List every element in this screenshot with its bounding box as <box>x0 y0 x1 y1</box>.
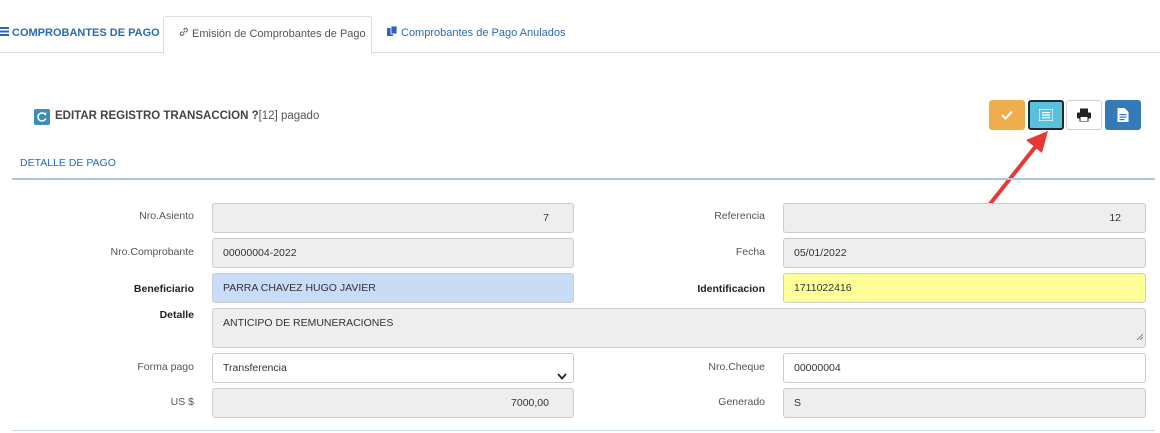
forma-pago-value: Transferencia <box>223 362 287 374</box>
beneficiario-field[interactable]: PARRA CHAVEZ HUGO JAVIER <box>212 273 574 303</box>
refresh-icon[interactable] <box>34 109 50 125</box>
resize-grip-icon[interactable] <box>1135 329 1144 345</box>
generado-label: Generado <box>718 396 765 408</box>
referencia-field[interactable]: 12 <box>783 203 1146 233</box>
chevron-down-icon <box>557 363 567 382</box>
us-label: US $ <box>170 396 194 408</box>
title-main: EDITAR REGISTRO TRANSACCION ? <box>55 110 259 122</box>
nro-comprobante-field[interactable]: 00000004-2022 <box>212 238 574 268</box>
detalle-label: Detalle <box>159 309 194 321</box>
forma-pago-select[interactable]: Transferencia <box>212 353 574 383</box>
nro-asiento-field[interactable]: 7 <box>212 203 574 233</box>
tab-label: Emisión de Comprobantes de Pago <box>192 28 366 40</box>
us-field[interactable]: 7000,00 <box>212 388 574 418</box>
section-title: DETALLE DE PAGO <box>20 157 116 169</box>
nro-comprobante-label: Nro.Comprobante <box>110 246 194 258</box>
list-icon <box>0 16 9 50</box>
link-icon <box>179 17 189 51</box>
title-suffix: [12] pagado <box>258 110 320 122</box>
copy-icon <box>387 16 398 50</box>
referencia-label: Referencia <box>714 210 765 222</box>
detalle-textarea[interactable]: ANTICIPO DE REMUNERACIONES <box>212 308 1146 348</box>
annotation-arrow-icon <box>984 131 1048 211</box>
fecha-label: Fecha <box>735 246 765 258</box>
tab-label: COMPROBANTES DE PAGO <box>12 27 160 39</box>
detalle-value: ANTICIPO DE REMUNERACIONES <box>223 317 394 329</box>
tab-label: Comprobantes de Pago Anulados <box>401 27 566 39</box>
document-button[interactable] <box>1105 100 1141 130</box>
bottom-divider <box>12 430 1155 431</box>
tab-bar: COMPROBANTES DE PAGO Emisión de Comproba… <box>0 0 1160 54</box>
tab-comprobantes-de-pago[interactable]: COMPROBANTES DE PAGO <box>0 16 160 53</box>
identificacion-label: Identificacion <box>697 283 765 295</box>
generado-field[interactable]: S <box>783 388 1146 418</box>
fecha-field[interactable]: 05/01/2022 <box>783 238 1146 268</box>
tab-comprobantes-anulados[interactable]: Comprobantes de Pago Anulados <box>387 16 566 53</box>
beneficiario-label: Beneficiario <box>133 283 194 295</box>
nro-asiento-label: Nro.Asiento <box>139 210 194 222</box>
print-button[interactable] <box>1066 100 1102 130</box>
section-divider <box>12 178 1155 180</box>
identificacion-field[interactable]: 1711022416 <box>783 273 1146 303</box>
nro-cheque-field[interactable]: 00000004 <box>783 353 1146 383</box>
title-text: EDITAR REGISTRO TRANSACCION ?[12] pagado <box>55 110 319 122</box>
tab-emision-comprobantes[interactable]: Emisión de Comprobantes de Pago <box>163 16 372 54</box>
nro-cheque-label: Nro.Cheque <box>708 361 765 373</box>
forma-pago-label: Forma pago <box>137 361 194 373</box>
